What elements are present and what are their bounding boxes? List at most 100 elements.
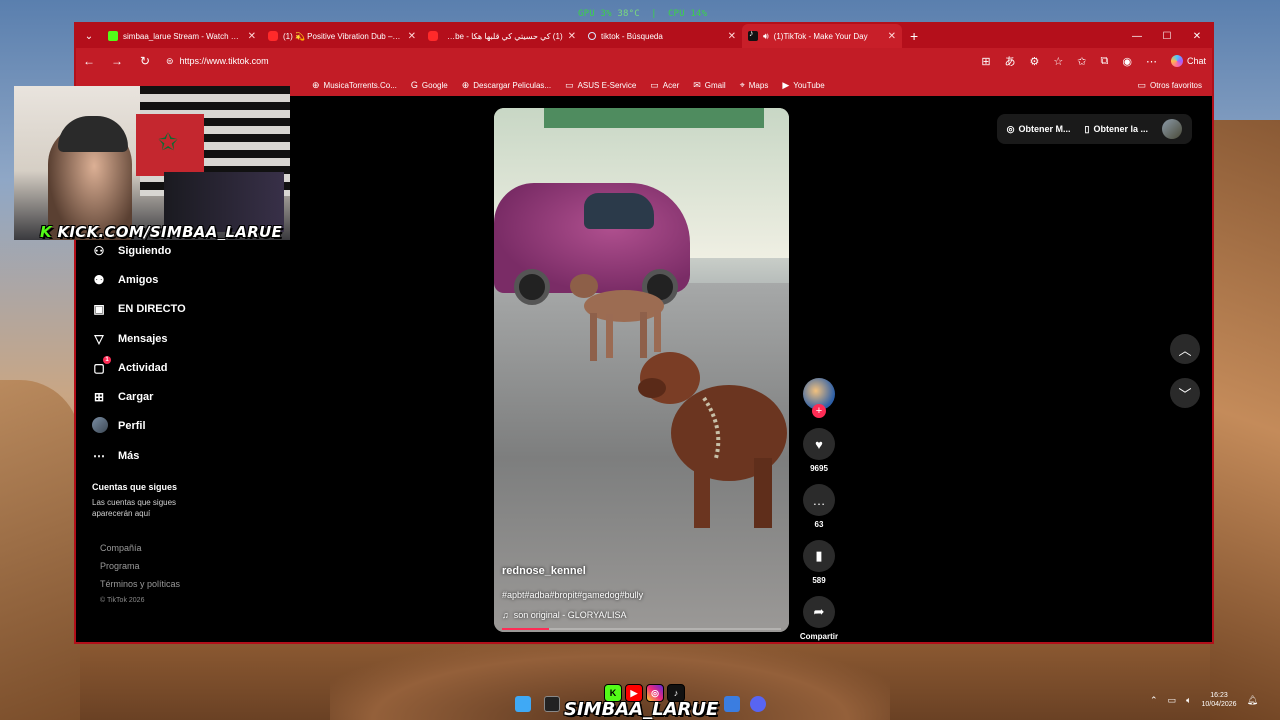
close-icon[interactable]: ✕ — [248, 31, 256, 42]
comment-button[interactable]: … — [803, 484, 835, 516]
like-button[interactable]: ♥ — [803, 428, 835, 460]
window-controls: — ☐ ✕ — [1122, 31, 1212, 42]
tiktok-icon — [748, 28, 758, 41]
previous-video-button[interactable]: ︿ — [1170, 334, 1200, 364]
footer-link-company[interactable]: Compañía — [100, 543, 242, 561]
close-icon[interactable]: ✕ — [888, 31, 896, 42]
start-icon[interactable] — [515, 696, 531, 712]
tab-tiktok[interactable]: 🔊︎ (1)TikTok - Make Your Day ✕ — [742, 24, 902, 48]
folder-icon: ▭ — [1137, 79, 1146, 90]
close-window-icon[interactable]: ✕ — [1182, 31, 1212, 42]
video-progress-bar[interactable] — [502, 628, 781, 630]
minimize-icon[interactable]: — — [1122, 31, 1152, 42]
heart-icon: ♥ — [815, 436, 823, 452]
close-icon[interactable]: ✕ — [568, 31, 576, 42]
following-icon: ⚇ — [93, 243, 105, 258]
sidebar-item-more[interactable]: ⋯ Más — [92, 441, 242, 470]
address-bar[interactable]: ⊜ https://www.tiktok.com — [166, 56, 967, 67]
forward-arrow-icon[interactable]: → — [110, 54, 124, 68]
share-button[interactable]: ➦ — [803, 596, 835, 628]
bookmark-gmail[interactable]: ✉ Gmail — [693, 80, 725, 91]
maximize-icon[interactable]: ☐ — [1152, 31, 1182, 42]
sidebar-item-profile[interactable]: Perfil — [92, 412, 242, 441]
other-favorites[interactable]: ▭ Otros favoritos — [1137, 80, 1202, 91]
stream-brand-name: SIMBAA_LARUE — [564, 699, 719, 720]
chevron-up-icon[interactable]: ⌃ — [1150, 695, 1158, 706]
sidebar-item-label: Amigos — [118, 273, 159, 286]
follow-plus-button[interactable]: + — [812, 404, 826, 418]
sidebar-item-live[interactable]: ▣ EN DIRECTO — [92, 295, 242, 324]
tab-title: (1)TikTok - Make Your Day — [773, 31, 868, 41]
bookmark-acer[interactable]: ▭ Acer — [650, 80, 679, 91]
bookmark-google[interactable]: G Google — [411, 80, 448, 90]
sidebar-item-label: Siguiendo — [118, 244, 172, 257]
like-count: 9695 — [810, 464, 828, 473]
notion-icon[interactable] — [544, 696, 560, 712]
tab-youtube-2[interactable]: (1) كي حسيتي كي قلبها هكا - YouTube ✕ — [422, 24, 582, 48]
tab-title: tiktok - Búsqueda — [601, 31, 663, 41]
footer-link-program[interactable]: Programa — [100, 561, 242, 579]
profile-avatar-icon[interactable]: ◉ — [1122, 55, 1132, 68]
user-avatar[interactable] — [1162, 119, 1182, 139]
get-app-button[interactable]: ▯ Obtener la ... — [1085, 124, 1148, 135]
tab-kick[interactable]: simbaa_larue Stream - Watch Live ✕ — [102, 24, 262, 48]
sidebar-item-messages[interactable]: ▽ Mensajes — [92, 324, 242, 353]
discord-icon[interactable] — [750, 696, 766, 712]
reload-icon[interactable]: ↻ — [138, 54, 152, 68]
footer-link-terms[interactable]: Términos y políticas — [100, 579, 242, 597]
clock[interactable]: 16:23 10/04/2026 — [1202, 692, 1237, 710]
favorite-star-icon[interactable]: ☆ — [1053, 55, 1063, 68]
tab-list-chevron-icon[interactable]: ⌄ — [76, 24, 102, 48]
new-tab-button[interactable]: + — [902, 28, 926, 44]
tab-youtube-1[interactable]: (1) 💫 Positive Vibration Dub – Re ✕ — [262, 24, 422, 48]
video-hashtags[interactable]: #apbt#adba#bropit#gamedog#bully — [502, 590, 643, 600]
translate-icon[interactable]: あ — [1005, 53, 1016, 69]
next-video-button[interactable]: ﹀ — [1170, 378, 1200, 408]
back-arrow-icon[interactable]: ← — [82, 54, 96, 68]
search-icon — [588, 32, 596, 40]
gmail-icon: ✉ — [693, 79, 701, 90]
folder-icon: ▭ — [650, 79, 659, 90]
bookmark-asus[interactable]: ▭ ASUS E-Service — [565, 80, 636, 91]
sidebar-item-label: Actividad — [118, 361, 168, 374]
save-button[interactable]: ▮ — [803, 540, 835, 572]
video-sound[interactable]: ♫ son original - GLORYA/LISA — [502, 610, 626, 620]
collections-icon[interactable]: ⧉ — [1101, 55, 1109, 68]
sidebar-item-following[interactable]: ⚇ Siguiendo — [92, 236, 242, 265]
music-note-icon: ♫ — [502, 610, 509, 620]
video-username[interactable]: rednose_kennel — [502, 565, 586, 577]
app-available-icon[interactable]: ⊞ — [981, 55, 990, 68]
bookmark-musicatorrents[interactable]: ⊕ MusicaTorrents.Co... — [312, 80, 397, 91]
network-icon[interactable]: ▭ — [1168, 695, 1177, 706]
notification-bell-icon[interactable]: 🔔︎ — [1247, 695, 1258, 706]
extensions-icon[interactable]: ⚙ — [1030, 55, 1040, 68]
creator-avatar[interactable]: + — [803, 378, 835, 418]
volume-icon[interactable]: 🔈︎ — [1186, 695, 1191, 706]
sidebar-item-label: Mensajes — [118, 332, 168, 345]
bookmark-youtube[interactable]: ▶ YouTube — [782, 80, 824, 91]
tab-title: simbaa_larue Stream - Watch Live — [123, 31, 243, 41]
video-player[interactable]: rednose_kennel #apbt#adba#bropit#gamedog… — [494, 108, 789, 632]
sidebar-item-friends[interactable]: ⚉ Amigos — [92, 265, 242, 294]
chat-button[interactable]: Chat — [1170, 55, 1206, 67]
close-icon[interactable]: ✕ — [728, 31, 736, 42]
app-icon[interactable] — [724, 696, 740, 712]
tab-title: (1) كي حسيتي كي قلبها هكا - YouTube — [443, 31, 563, 41]
tab-search[interactable]: tiktok - Búsqueda ✕ — [582, 24, 742, 48]
close-icon[interactable]: ✕ — [408, 31, 416, 42]
favorites-icon[interactable]: ✩ — [1077, 55, 1086, 68]
speaker-icon[interactable]: 🔊︎ — [763, 31, 769, 42]
performance-overlay: GPU 3% 38°C | CPU 14% — [578, 9, 708, 19]
more-icon[interactable]: ⋯ — [1146, 55, 1157, 68]
toolbar-icons: ⊞ あ ⚙ ☆ ✩ ⧉ ◉ ⋯ Chat — [981, 53, 1206, 69]
share-arrow-icon: ➦ — [813, 604, 825, 619]
youtube-icon — [268, 31, 278, 41]
sidebar-item-activity[interactable]: ▢ 1 Actividad — [92, 353, 242, 382]
get-coins-button[interactable]: ◎ Obtener M... — [1007, 124, 1071, 135]
bookmark-maps[interactable]: ⌖ Maps — [740, 80, 769, 91]
sidebar-item-upload[interactable]: ⊞ Cargar — [92, 382, 242, 411]
site-info-icon[interactable]: ⊜ — [166, 56, 174, 67]
comment-icon: … — [812, 492, 826, 508]
bookmark-descargar[interactable]: ⊕ Descargar Peliculas... — [462, 80, 551, 91]
phone-icon: ▯ — [1084, 123, 1090, 134]
